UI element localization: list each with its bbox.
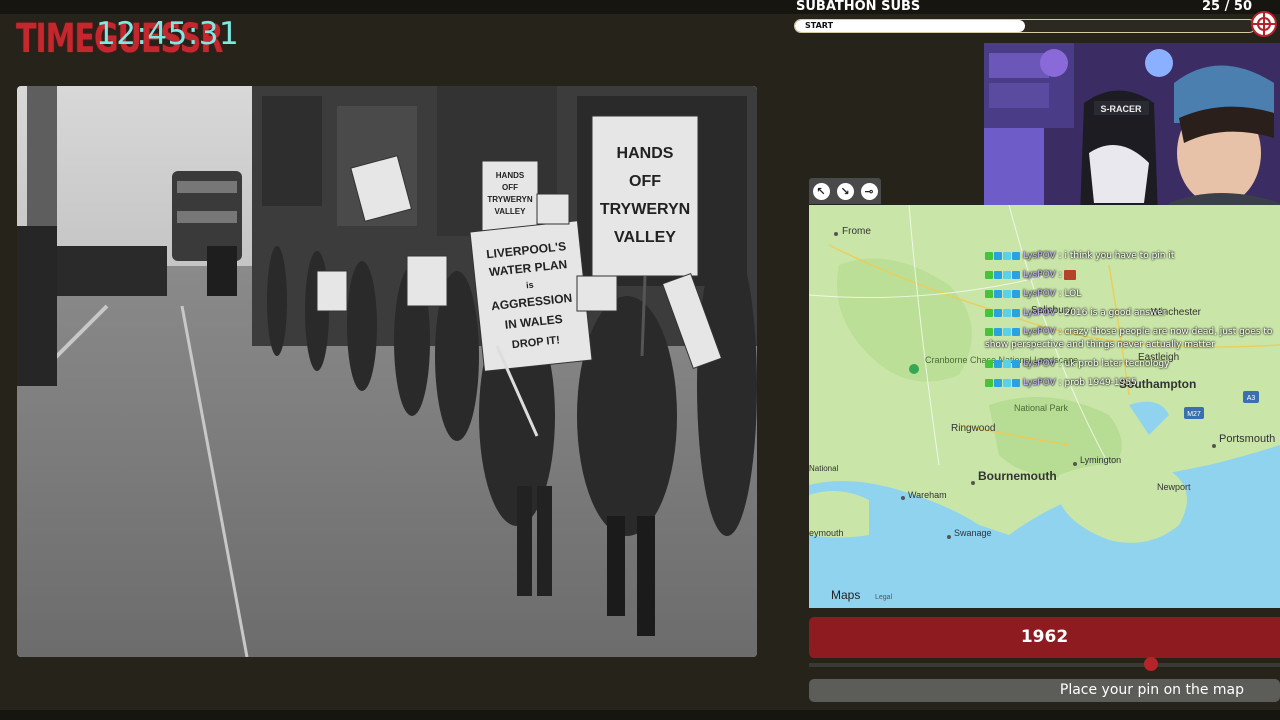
road-label-m27: M27: [1187, 411, 1201, 418]
clock-time: 12:45:31: [96, 16, 240, 52]
chat-badge-icon: [1003, 289, 1011, 298]
chat-badge-icon: [994, 270, 1002, 279]
chat-username: LysPOV: [1023, 251, 1056, 261]
chat-badge-icon: [1012, 270, 1020, 279]
chat-message: LysPOV :: [985, 269, 1280, 282]
svg-text:OFF: OFF: [502, 183, 518, 192]
subathon-count: 25 / 50: [1202, 0, 1252, 14]
map-label-11: Wareham: [908, 490, 947, 500]
chat-badge-icon: [994, 378, 1002, 387]
chat-badge-icon: [1012, 327, 1020, 336]
map-label-15: National: [809, 464, 839, 473]
chat-badge-icon: [985, 251, 993, 260]
svg-text:TRYWERYN: TRYWERYN: [487, 195, 532, 204]
chat-badge-icon: [1012, 359, 1020, 368]
map-label-12: Newport: [1157, 482, 1191, 492]
year-value: 1962: [1020, 627, 1069, 647]
protest-photo-image: HANDS OFF TRYWERYN VALLEY HANDS OFF TRYW…: [17, 86, 757, 657]
chat-text: LOL: [1064, 289, 1082, 299]
progress-start-label: START: [805, 21, 834, 30]
chat-badge-icon: [994, 289, 1002, 298]
bottom-bar: [0, 710, 1280, 720]
chat-badge-icon: [1012, 308, 1020, 317]
chat-message: LysPOV : prob 1949-1955: [985, 377, 1280, 390]
chat-message: LysPOV : crazy those people are now dead…: [985, 327, 1273, 350]
chat-message: LysPOV : i think you have to pin it: [985, 250, 1280, 263]
chat-badge-icon: [985, 378, 993, 387]
chair-brand-label: S-RACER: [1100, 104, 1142, 114]
chat-badge-icon: [985, 308, 993, 317]
chat-username: LysPOV: [1023, 270, 1056, 280]
crosshair-icon: [1251, 11, 1277, 37]
chat-badge-icon: [985, 359, 993, 368]
chat-badge-icon: [1003, 308, 1011, 317]
map-legal-link[interactable]: Legal: [875, 594, 893, 601]
year-slider-handle[interactable]: [1143, 657, 1158, 671]
maps-attribution: Maps: [831, 588, 860, 602]
map-label-0: Frome: [842, 226, 871, 237]
chat-text: 2016 is a good answer: [1064, 308, 1167, 318]
chat-username: LysPOV: [1023, 289, 1056, 299]
emote-icon: [1064, 269, 1077, 280]
svg-text:VALLEY: VALLEY: [614, 229, 676, 246]
chat-message: LysPOV : 2016 is a good answer: [985, 307, 1280, 320]
guess-photo: HANDS OFF TRYWERYN VALLEY HANDS OFF TRYW…: [17, 86, 757, 657]
map-expand-icon[interactable]: ↘: [836, 182, 854, 200]
chat-username: LysPOV: [1023, 327, 1056, 337]
chat-badge-icon: [994, 359, 1002, 368]
year-slider-track[interactable]: [809, 663, 1280, 667]
year-display: 1962: [809, 617, 1280, 658]
chat-badge-icon: [1003, 270, 1011, 279]
chat-badge-icon: [985, 289, 993, 298]
chat-message: LysPOV : LOL: [985, 288, 1280, 301]
chat-badge-icon: [994, 308, 1002, 317]
svg-text:TRYWERYN: TRYWERYN: [600, 201, 690, 218]
chat-text: uk prob later tecnology: [1064, 359, 1170, 369]
chat-text: i think you have to pin it: [1064, 251, 1175, 261]
svg-text:HANDS: HANDS: [496, 171, 525, 180]
subathon-tracker: SUBATHON SUBS 25 / 50 START: [790, 0, 1260, 36]
subathon-progress-bar: START: [794, 19, 1256, 33]
map-label-6: National Park: [1014, 403, 1069, 413]
map-label-9: Lymington: [1080, 455, 1121, 465]
svg-text:OFF: OFF: [629, 173, 661, 190]
svg-text:HANDS: HANDS: [617, 145, 674, 162]
chat-badge-icon: [985, 327, 993, 336]
chat-text: prob 1949-1955: [1064, 378, 1137, 388]
chat-badge-icon: [1012, 378, 1020, 387]
map-label-8: Portsmouth: [1219, 433, 1275, 445]
chat-badge-icon: [1012, 289, 1020, 298]
chat-badge-icon: [1012, 251, 1020, 260]
svg-text:VALLEY: VALLEY: [495, 207, 527, 216]
chat-badge-icon: [1003, 359, 1011, 368]
chat-username: LysPOV: [1023, 378, 1056, 388]
road-label-a3: A3: [1247, 395, 1256, 402]
map-label-13: Swanage: [954, 528, 992, 538]
map-label-7: Ringwood: [951, 423, 995, 434]
map-label-10: Bournemouth: [978, 469, 1057, 483]
subathon-title: SUBATHON SUBS: [796, 0, 921, 14]
map-label-14: eymouth: [809, 528, 844, 538]
svg-text:is: is: [526, 280, 535, 291]
place-pin-button[interactable]: Place your pin on the map: [809, 679, 1280, 702]
chat-username: LysPOV: [1023, 308, 1056, 318]
map-controls: ↖ ↘ ⊸: [809, 178, 881, 204]
chat-message: LysPOV : uk prob later tecnology: [985, 358, 1280, 371]
place-pin-label: Place your pin on the map: [1059, 682, 1244, 698]
chat-badge-icon: [1003, 251, 1011, 260]
chat-overlay: LysPOV : i think you have to pin it LysP…: [985, 250, 1280, 396]
chat-badge-icon: [1003, 378, 1011, 387]
chat-badge-icon: [985, 270, 993, 279]
chat-badge-icon: [1003, 327, 1011, 336]
chat-badge-icon: [994, 251, 1002, 260]
chat-badge-icon: [994, 327, 1002, 336]
map-shrink-icon[interactable]: ↖: [812, 182, 830, 200]
chat-username: LysPOV: [1023, 359, 1056, 369]
map-pin-icon[interactable]: ⊸: [860, 182, 878, 200]
